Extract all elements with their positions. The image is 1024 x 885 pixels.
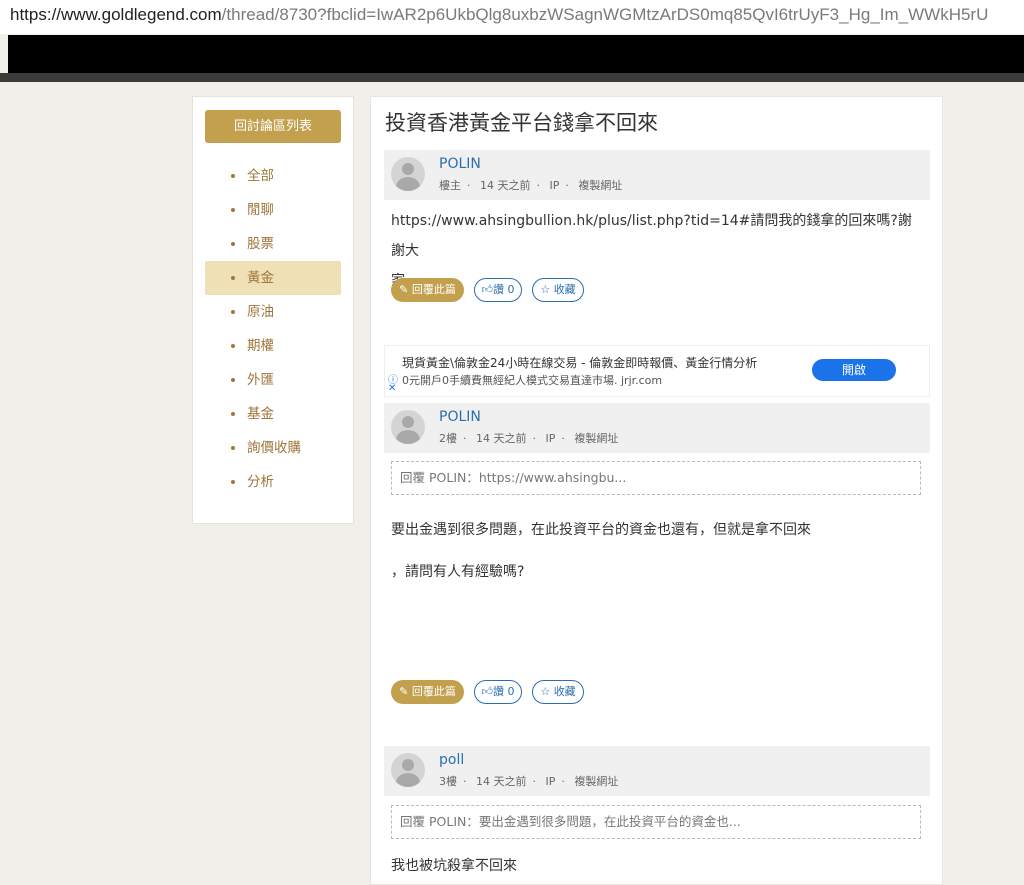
post-header: POLIN 2樓 · 14 天之前 · IP · 複製網址 xyxy=(384,403,930,453)
ad-banner[interactable]: ⓘ ✕ 現貨黃金\倫敦金24小時在線交易 - 倫敦金即時報價、黃金行情分析 0元… xyxy=(384,345,930,397)
address-bar[interactable]: https://www.goldlegend.com/thread/8730?f… xyxy=(0,0,1024,34)
pencil-icon: ✎ xyxy=(399,685,409,698)
pencil-icon: ✎ xyxy=(399,283,409,296)
post-text-line: 要出金遇到很多問題，在此投資平台的資金也還有，但就是拿不回來 xyxy=(391,522,811,538)
post-floor: 樓主 xyxy=(439,179,461,192)
copy-url-link[interactable]: 複製網址 xyxy=(574,775,618,788)
post-body: https://www.ahsingbullion.hk/plus/list.p… xyxy=(391,206,921,296)
sidebar-item-options[interactable]: 期權 xyxy=(205,329,341,363)
thread-title: 投資香港黃金平台錢拿不回來 xyxy=(385,111,658,135)
avatar[interactable] xyxy=(391,410,425,444)
post-meta: 2樓 · 14 天之前 · IP · 複製網址 xyxy=(439,432,619,445)
quote-box[interactable]: 回覆 POLIN：https://www.ahsingbu... xyxy=(391,461,921,495)
like-button[interactable]: 👍︎讚 0 xyxy=(474,680,522,704)
post-text-line: 家 xyxy=(391,266,921,296)
post-meta: 樓主 · 14 天之前 · IP · 複製網址 xyxy=(439,179,623,192)
copy-url-link[interactable]: 複製網址 xyxy=(578,179,622,192)
bullet-icon xyxy=(231,446,235,450)
header-strip xyxy=(0,73,1024,82)
bullet-icon xyxy=(231,480,235,484)
sidebar-item-analysis[interactable]: 分析 xyxy=(205,465,341,499)
reply-button[interactable]: ✎ 回覆此篇 xyxy=(391,278,464,302)
post-time: 14 天之前 xyxy=(480,179,531,192)
avatar[interactable] xyxy=(391,157,425,191)
bullet-icon xyxy=(231,242,235,246)
sidebar-item-quote-buyback[interactable]: 詢價收購 xyxy=(205,431,341,465)
redacted-header xyxy=(8,35,1024,73)
post-text-line: ，請問有人有經驗嗎? xyxy=(391,564,525,580)
post-header: poll 3樓 · 14 天之前 · IP · 複製網址 xyxy=(384,746,930,796)
sidebar-item-chat[interactable]: 閒聊 xyxy=(205,193,341,227)
url-path: /thread/8730?fbclid=IwAR2p6UkbQlg8uxbzWS… xyxy=(221,5,989,24)
thumbs-up-icon: 👍︎ xyxy=(481,685,494,698)
close-icon[interactable]: ✕ xyxy=(388,383,396,394)
post-text-line: 我也被坑殺拿不回來 xyxy=(391,858,517,874)
post-ip: IP xyxy=(549,179,560,192)
bullet-icon xyxy=(231,276,235,280)
post-floor: 3樓 xyxy=(439,775,457,788)
sidebar-item-stocks[interactable]: 股票 xyxy=(205,227,341,261)
bullet-icon xyxy=(231,412,235,416)
bullet-icon xyxy=(231,344,235,348)
sidebar-item-oil[interactable]: 原油 xyxy=(205,295,341,329)
favorite-button[interactable]: ☆ 收藏 xyxy=(532,680,584,704)
post-ip: IP xyxy=(545,432,556,445)
favorite-button[interactable]: ☆ 收藏 xyxy=(532,278,584,302)
copy-url-link[interactable]: 複製網址 xyxy=(574,432,618,445)
post-header: POLIN 樓主 · 14 天之前 · IP · 複製網址 xyxy=(384,150,930,200)
post-floor: 2樓 xyxy=(439,432,457,445)
post-body: 我也被坑殺拿不回來 xyxy=(391,851,921,881)
ad-title[interactable]: 現貨黃金\倫敦金24小時在線交易 - 倫敦金即時報價、黃金行情分析 xyxy=(402,354,757,371)
ad-open-button[interactable]: 開啟 xyxy=(812,359,896,381)
sidebar-item-forex[interactable]: 外匯 xyxy=(205,363,341,397)
post-time: 14 天之前 xyxy=(476,775,527,788)
post-author[interactable]: POLIN xyxy=(439,409,481,425)
back-to-forum-list-button[interactable]: 回討論區列表 xyxy=(205,110,341,143)
quote-box[interactable]: 回覆 POLIN：要出金遇到很多問題，在此投資平台的資金也... xyxy=(391,805,921,839)
post-author[interactable]: POLIN xyxy=(439,156,481,172)
post-ip: IP xyxy=(545,775,556,788)
bullet-icon xyxy=(231,208,235,212)
thumbs-up-icon: 👍︎ xyxy=(481,283,494,296)
avatar[interactable] xyxy=(391,753,425,787)
forum-sidebar: 回討論區列表 全部 閒聊 股票 黃金 原油 期權 外匯 基金 詢價收購 分析 xyxy=(192,96,354,524)
sidebar-item-funds[interactable]: 基金 xyxy=(205,397,341,431)
sidebar-item-gold[interactable]: 黃金 xyxy=(205,261,341,295)
url-host: https://www.goldlegend.com xyxy=(10,5,222,24)
post-text-line: https://www.ahsingbullion.hk/plus/list.p… xyxy=(391,213,912,259)
bullet-icon xyxy=(231,310,235,314)
reply-button[interactable]: ✎ 回覆此篇 xyxy=(391,680,464,704)
bullet-icon xyxy=(231,378,235,382)
ad-subtitle: 0元開戶0手續費無經紀人模式交易直達市場. jrjr.com xyxy=(402,374,663,387)
sidebar-item-all[interactable]: 全部 xyxy=(205,159,341,193)
star-icon: ☆ xyxy=(540,283,551,296)
bullet-icon xyxy=(231,174,235,178)
post-meta: 3樓 · 14 天之前 · IP · 複製網址 xyxy=(439,775,619,788)
post-body: 要出金遇到很多問題，在此投資平台的資金也還有，但就是拿不回來 ，請問有人有經驗嗎… xyxy=(391,509,921,593)
post-time: 14 天之前 xyxy=(476,432,527,445)
post-author[interactable]: poll xyxy=(439,752,464,768)
category-list: 全部 閒聊 股票 黃金 原油 期權 外匯 基金 詢價收購 分析 xyxy=(205,159,341,499)
thread-panel: 投資香港黃金平台錢拿不回來 POLIN 樓主 · 14 天之前 · IP · 複製網址… xyxy=(370,96,943,885)
like-button[interactable]: 👍︎讚 0 xyxy=(474,278,522,302)
star-icon: ☆ xyxy=(540,685,551,698)
